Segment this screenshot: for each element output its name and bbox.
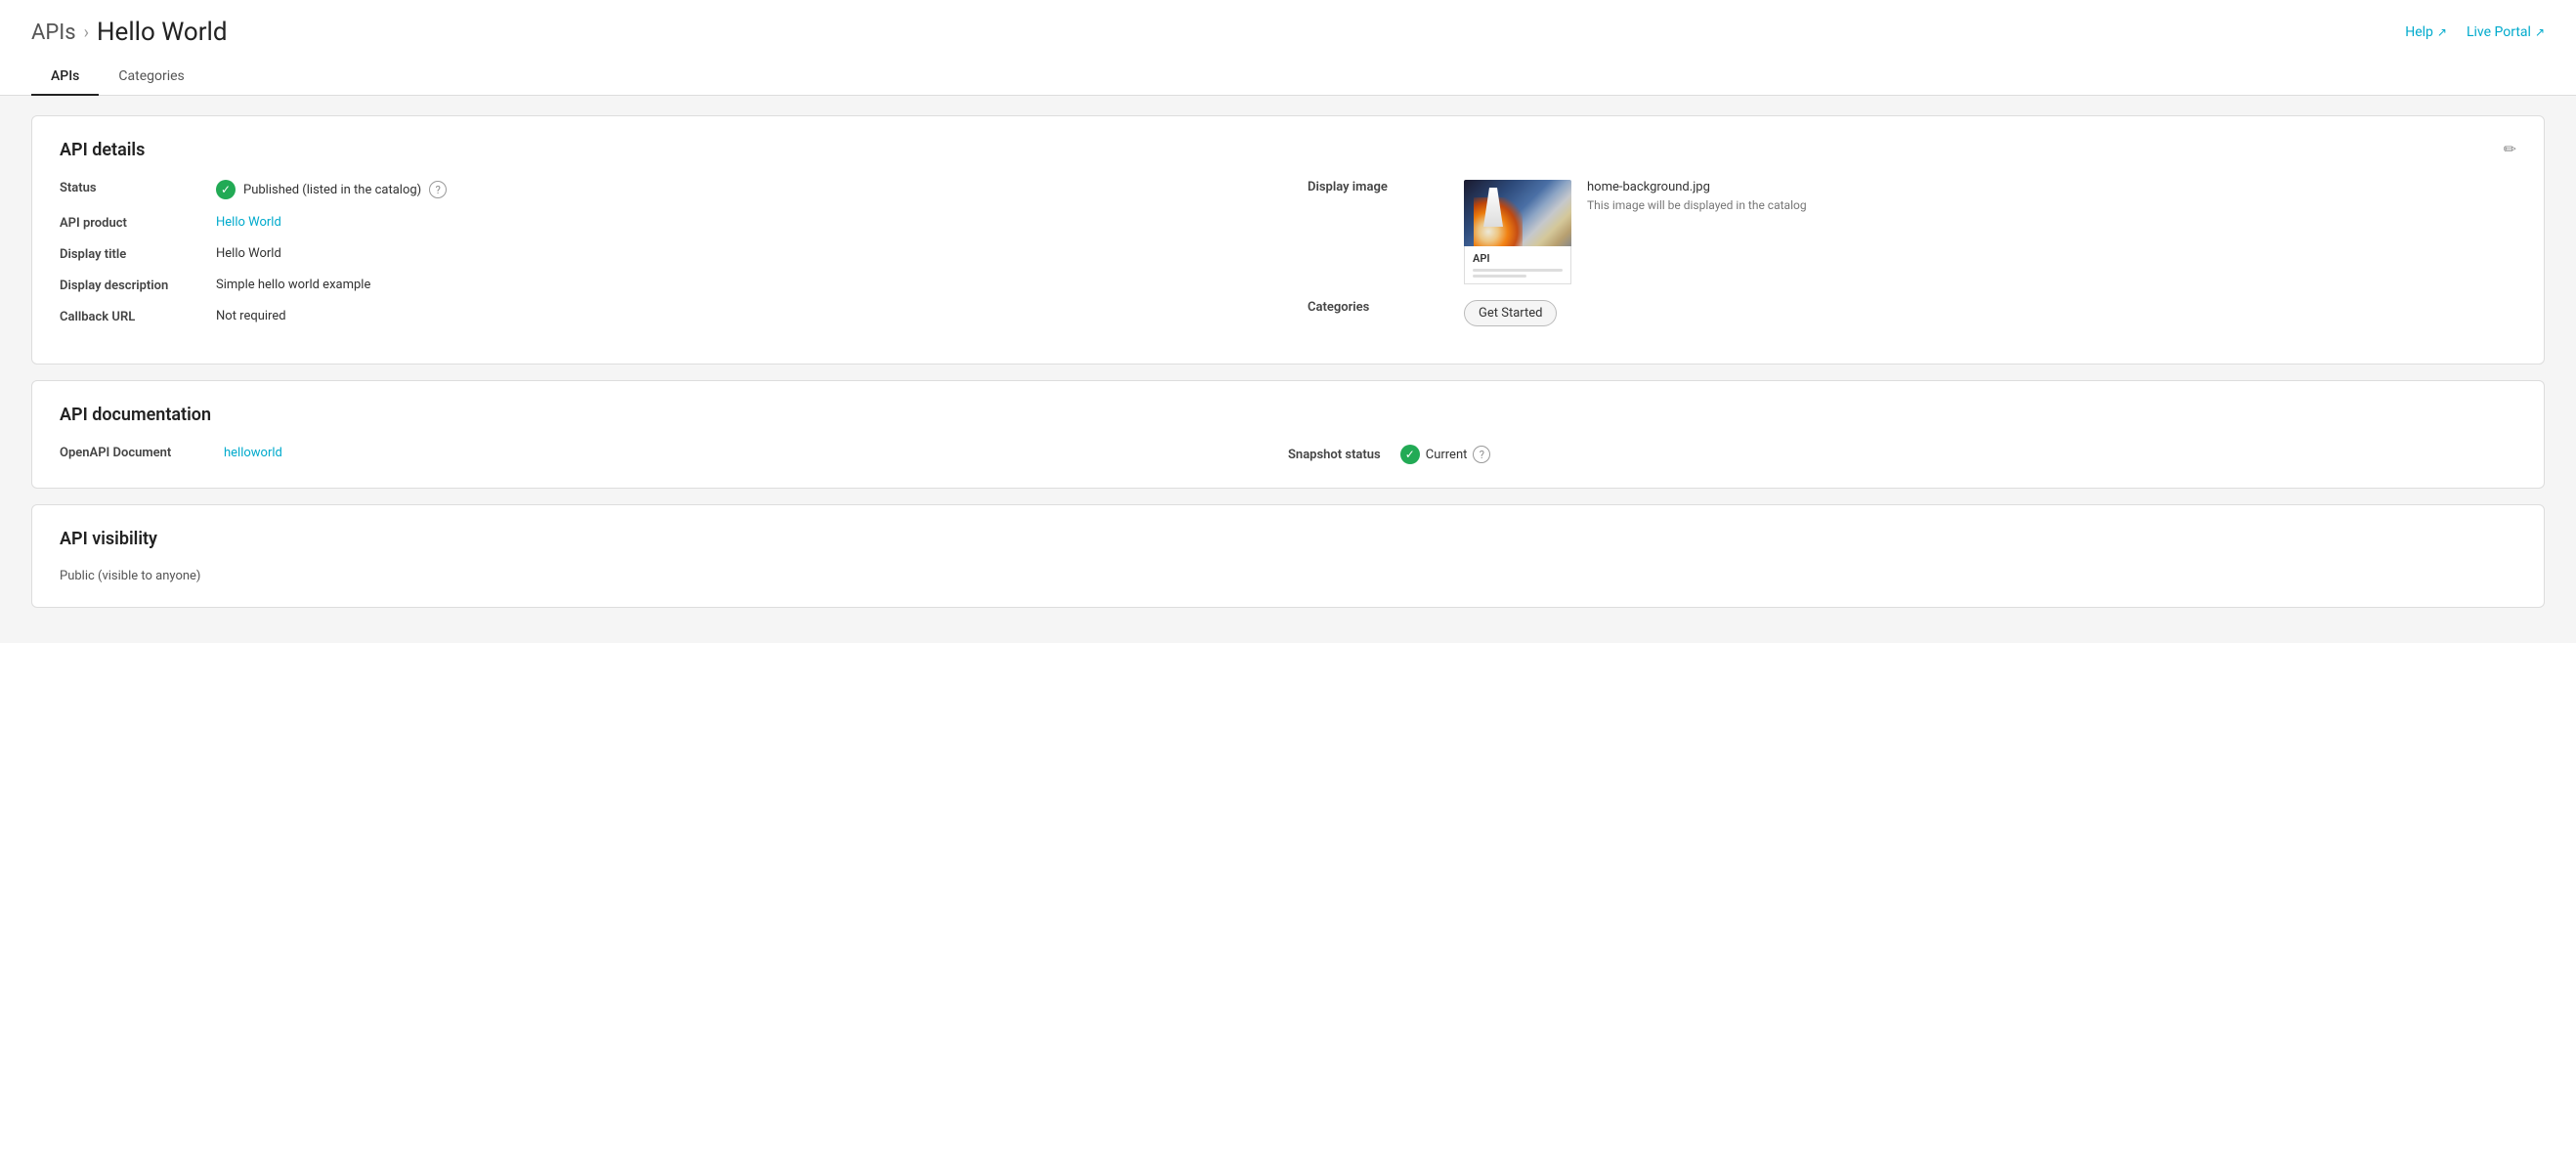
help-link[interactable]: Help ↗ [2405, 24, 2447, 40]
display-title-row: Display title Hello World [60, 246, 1268, 262]
api-card-preview: API [1464, 246, 1571, 284]
api-details-header-row: API details ✏ [60, 140, 2516, 180]
openapi-value[interactable]: helloworld [224, 446, 1288, 460]
live-portal-link[interactable]: Live Portal ↗ [2467, 24, 2545, 40]
status-check-icon: ✓ [216, 180, 236, 199]
snapshot-label: Snapshot status [1288, 448, 1381, 462]
display-title-label: Display title [60, 246, 216, 262]
api-card-lines [1473, 269, 1563, 278]
api-details-left: Status ✓ Published (listed in the catalo… [60, 180, 1268, 340]
tab-categories-label: Categories [118, 68, 184, 84]
help-link-label: Help [2405, 24, 2433, 40]
external-link-icon-2: ↗ [2535, 25, 2545, 39]
external-link-icon: ↗ [2437, 25, 2447, 39]
display-description-label: Display description [60, 278, 216, 293]
tab-apis-label: APIs [51, 68, 79, 84]
display-image-section: Display image API [1308, 180, 2516, 284]
api-card-line-1 [1473, 269, 1563, 272]
api-card-label: API [1473, 252, 1563, 265]
category-tag[interactable]: Get Started [1464, 300, 1557, 326]
edit-icon[interactable]: ✏ [2504, 140, 2516, 158]
top-header: APIs › Hello World Help ↗ Live Portal ↗ [0, 0, 2576, 57]
visibility-value: Public (visible to anyone) [60, 569, 2516, 583]
status-help-icon[interactable]: ? [429, 181, 447, 198]
status-label: Status [60, 180, 216, 195]
api-card-line-2 [1473, 275, 1526, 278]
display-image-label: Display image [1308, 180, 1464, 194]
doc-left: OpenAPI Document helloworld [60, 445, 1288, 460]
snapshot-check-icon: ✓ [1400, 445, 1420, 464]
openapi-label: OpenAPI Document [60, 445, 216, 460]
api-documentation-title: API documentation [60, 405, 2516, 425]
display-title-value: Hello World [216, 246, 1268, 261]
main-content: API details ✏ Status ✓ Published (listed… [0, 96, 2576, 643]
api-details-right: Display image API [1308, 180, 2516, 340]
api-product-label: API product [60, 215, 216, 231]
breadcrumb: APIs › Hello World [31, 18, 228, 47]
snapshot-value: Current [1426, 448, 1468, 462]
snapshot-help-icon[interactable]: ? [1473, 446, 1490, 463]
page-wrapper: APIs › Hello World Help ↗ Live Portal ↗ … [0, 0, 2576, 1159]
tabs-bar: APIs Categories [0, 57, 2576, 96]
display-image-content: API home-background.jpg This image will … [1464, 180, 1807, 284]
api-details-title: API details [60, 140, 145, 160]
status-value-row: ✓ Published (listed in the catalog) ? [216, 180, 447, 199]
status-value: Published (listed in the catalog) [243, 183, 421, 197]
categories-label: Categories [1308, 300, 1464, 315]
doc-right: Snapshot status ✓ Current ? [1288, 445, 2516, 464]
callback-url-label: Callback URL [60, 309, 216, 324]
breadcrumb-apis-label[interactable]: APIs [31, 21, 76, 45]
snapshot-status: ✓ Current ? [1400, 445, 1491, 464]
image-hint: This image will be displayed in the cata… [1587, 198, 1807, 212]
status-row: Status ✓ Published (listed in the catalo… [60, 180, 1268, 199]
tab-apis[interactable]: APIs [31, 57, 99, 96]
rocket-image [1464, 180, 1571, 246]
categories-section: Categories Get Started [1308, 300, 2516, 326]
live-portal-link-label: Live Portal [2467, 24, 2531, 40]
image-meta: home-background.jpg This image will be d… [1587, 180, 1807, 212]
api-visibility-card: API visibility Public (visible to anyone… [31, 504, 2545, 608]
display-description-value: Simple hello world example [216, 278, 1268, 292]
api-visibility-title: API visibility [60, 529, 2516, 549]
api-documentation-card: API documentation OpenAPI Document hello… [31, 380, 2545, 489]
callback-url-row: Callback URL Not required [60, 309, 1268, 324]
doc-card-body: OpenAPI Document helloworld Snapshot sta… [60, 445, 2516, 464]
breadcrumb-separator: › [84, 22, 89, 43]
api-product-value[interactable]: Hello World [216, 215, 1268, 230]
display-description-row: Display description Simple hello world e… [60, 278, 1268, 293]
breadcrumb-current: Hello World [97, 18, 228, 47]
image-filename: home-background.jpg [1587, 180, 1807, 194]
api-product-row: API product Hello World [60, 215, 1268, 231]
callback-url-value: Not required [216, 309, 1268, 323]
top-links: Help ↗ Live Portal ↗ [2405, 24, 2545, 40]
tab-categories[interactable]: Categories [99, 57, 203, 96]
image-preview-container: API [1464, 180, 1571, 284]
api-details-body: Status ✓ Published (listed in the catalo… [60, 180, 2516, 340]
api-details-card: API details ✏ Status ✓ Published (listed… [31, 115, 2545, 365]
